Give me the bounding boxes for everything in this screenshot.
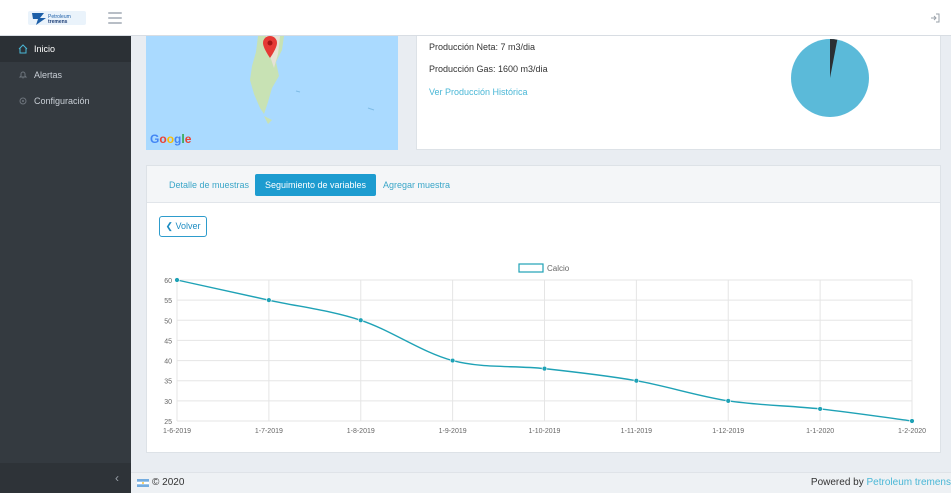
petroleum-logo[interactable]: Petroleum tremens bbox=[28, 9, 86, 27]
sidebar-item-label: Alertas bbox=[34, 70, 63, 80]
sidebar-item-label: Configuración bbox=[34, 96, 90, 106]
y-tick-label: 60 bbox=[164, 278, 172, 285]
tab-seguimiento-variables[interactable]: Seguimiento de variables bbox=[255, 174, 377, 196]
x-tick-label: 1-1-2020 bbox=[806, 428, 834, 435]
argentina-flag-icon bbox=[137, 478, 149, 487]
y-tick-label: 40 bbox=[164, 359, 172, 366]
line-chart: Calcio 25 30 35 40 45 50 55 60 1-6-2019 1-7-2019 1-… bbox=[163, 263, 926, 435]
hamburger-icon[interactable] bbox=[108, 12, 122, 24]
data-point bbox=[266, 297, 272, 303]
produccion-neta: Producción Neta: 7 m3/dia bbox=[429, 42, 536, 52]
production-pie-chart bbox=[791, 39, 869, 117]
top-header: Petroleum tremens bbox=[0, 0, 951, 36]
data-point bbox=[174, 277, 180, 283]
historic-production-link[interactable]: Ver Producción Histórica bbox=[429, 87, 528, 97]
chevron-left-icon: ❮ bbox=[165, 221, 173, 231]
map-marker-icon[interactable] bbox=[262, 36, 278, 58]
produccion-gas: Producción Gas: 1600 m3/dia bbox=[429, 64, 548, 74]
production-info-card: Producción Neta: 7 m3/dia Producción Gas… bbox=[416, 36, 941, 150]
y-tick-label: 45 bbox=[164, 338, 172, 345]
x-tick-label: 1-8-2019 bbox=[347, 428, 375, 435]
sidebar-footer: ‹ bbox=[0, 463, 131, 493]
sidebar-item-inicio[interactable]: Inicio bbox=[0, 36, 131, 62]
data-point bbox=[541, 365, 548, 372]
sidebar-item-configuracion[interactable]: Configuración bbox=[0, 88, 131, 114]
x-tick-label: 1-11-2019 bbox=[621, 428, 653, 435]
data-point bbox=[909, 418, 915, 424]
sidebar-item-alertas[interactable]: Alertas bbox=[0, 62, 131, 88]
data-point bbox=[633, 378, 640, 384]
home-icon bbox=[18, 44, 28, 54]
bell-icon bbox=[18, 70, 28, 80]
sidebar-item-label: Inicio bbox=[34, 44, 56, 54]
back-button[interactable]: ❮ Volver bbox=[159, 216, 207, 237]
x-tick-label: 1-2-2020 bbox=[898, 428, 926, 435]
variables-card: Detalle de muestras Seguimiento de varia… bbox=[146, 165, 941, 453]
chevron-left-icon[interactable]: ‹ bbox=[115, 471, 119, 485]
x-tick-label: 1-6-2019 bbox=[163, 428, 191, 435]
y-tick-label: 55 bbox=[164, 298, 172, 305]
y-tick-label: 25 bbox=[164, 419, 172, 426]
powered-by: Powered by Petroleum tremens bbox=[810, 477, 951, 488]
map-widget[interactable]: Google bbox=[146, 36, 398, 150]
tab-agregar-muestra[interactable]: Agregar muestra bbox=[373, 174, 460, 196]
x-tick-label: 1-7-2019 bbox=[255, 428, 283, 435]
data-point bbox=[725, 398, 731, 404]
petroleum-tremens-link[interactable]: Petroleum tremens bbox=[867, 477, 951, 488]
footer-copyright: © 2020 bbox=[137, 477, 184, 488]
gear-icon bbox=[18, 96, 28, 106]
data-point bbox=[449, 357, 456, 364]
legend-label: Calcio bbox=[547, 264, 570, 273]
y-tick-label: 35 bbox=[164, 379, 172, 386]
tab-detalle-muestras[interactable]: Detalle de muestras bbox=[159, 174, 259, 196]
data-point bbox=[817, 406, 823, 412]
svg-text:tremens: tremens bbox=[48, 19, 68, 25]
tab-bar: Detalle de muestras Seguimiento de varia… bbox=[147, 166, 940, 203]
google-logo: Google bbox=[150, 132, 192, 146]
y-tick-label: 50 bbox=[164, 318, 172, 325]
legend-swatch bbox=[518, 263, 544, 273]
logout-icon[interactable] bbox=[929, 12, 941, 24]
y-tick-label: 30 bbox=[164, 399, 172, 406]
page-footer: © 2020 Powered by Petroleum tremens bbox=[131, 472, 951, 493]
sidebar: Inicio Alertas Configuración ‹ bbox=[0, 36, 131, 493]
x-tick-label: 1-9-2019 bbox=[439, 428, 467, 435]
data-point bbox=[358, 317, 364, 323]
x-tick-label: 1-10-2019 bbox=[529, 428, 561, 435]
x-tick-label: 1-12-2019 bbox=[712, 428, 744, 435]
